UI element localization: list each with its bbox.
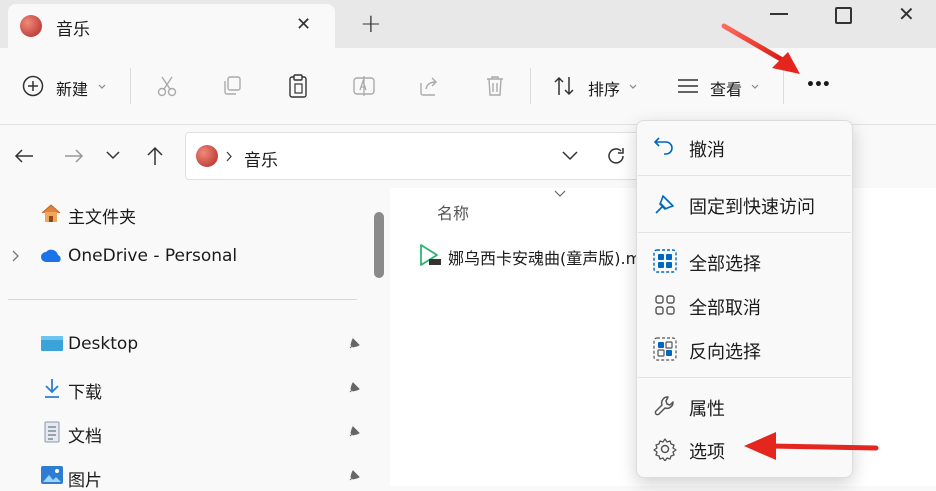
pin-icon[interactable] [346,336,362,352]
music-folder-icon [20,15,42,37]
view-list-icon[interactable] [676,77,700,95]
menu-item-label: 全部选择 [689,254,761,275]
new-tab-button[interactable]: + [360,9,382,39]
menu-item-label: 撤消 [689,140,725,161]
menu-item-label: 反向选择 [689,342,761,363]
invert-selection-icon [653,337,677,361]
nav-scrollbar-thumb[interactable] [374,212,384,278]
select-all-icon [653,249,677,273]
plus-circle-icon [22,75,44,97]
toolbar-separator [783,68,784,104]
tab-close-button[interactable]: ✕ [296,14,311,35]
pin-icon[interactable] [346,424,362,440]
chevron-down-icon [98,84,106,89]
onedrive-cloud-icon [41,249,61,262]
copy-icon[interactable] [221,75,243,97]
audio-file-icon [420,244,441,266]
sort-icon[interactable] [552,75,576,97]
up-arrow-icon[interactable] [146,146,164,166]
pictures-icon [41,466,63,484]
forward-arrow-icon[interactable] [64,147,84,165]
wrench-icon [654,396,674,416]
back-arrow-icon[interactable] [14,147,34,165]
nav-onedrive[interactable]: OneDrive - Personal [68,246,237,266]
menu-item-select-all[interactable]: 全部选择 [641,241,848,281]
menu-item-label: 选项 [689,442,725,463]
see-more-button[interactable]: ••• [806,77,831,93]
menu-item-properties[interactable]: 属性 [641,386,848,426]
desktop-icon [41,336,63,351]
new-button[interactable] [22,75,44,97]
command-bar [0,48,936,125]
share-icon[interactable] [418,75,440,97]
menu-separator [638,232,851,233]
menu-item-label: 固定到快速访问 [689,197,815,218]
menu-item-undo[interactable]: 撤消 [641,127,848,167]
undo-icon [653,137,673,155]
chevron-down-icon [629,84,637,89]
music-folder-icon [196,145,218,167]
pin-icon[interactable] [346,468,362,484]
select-none-icon [655,295,675,315]
more-options-menu: 撤消 固定到快速访问 全部选择 全部取消 反向选择 属性 选项 [636,120,853,478]
nav-home[interactable]: 主文件夹 [68,203,136,228]
breadcrumb-chevron-icon [226,151,232,162]
cut-icon[interactable] [156,75,178,97]
nav-divider [8,299,357,300]
close-window-button[interactable]: ✕ [898,2,915,26]
sort-label[interactable]: 排序 [588,76,620,100]
toolbar-separator [130,68,131,104]
pin-icon[interactable] [346,380,362,396]
new-label: 新建 [56,80,89,99]
menu-separator [638,377,851,378]
home-icon [41,204,61,222]
tab-title: 音乐 [56,20,90,40]
menu-separator [638,175,851,176]
nav-downloads[interactable]: 下载 [68,378,102,403]
nav-pictures[interactable]: 图片 [68,466,102,491]
pin-icon [655,195,674,214]
document-icon [44,421,60,443]
menu-item-pin-quick-access[interactable]: 固定到快速访问 [641,184,848,224]
toolbar-separator [530,68,531,104]
column-header-name[interactable]: 名称 [437,200,469,224]
maximize-button[interactable] [835,7,852,24]
recent-chevron-icon[interactable] [106,151,120,160]
menu-item-label: 全部取消 [689,298,761,319]
sort-indicator-icon [554,190,566,197]
menu-item-select-none[interactable]: 全部取消 [641,285,848,325]
nav-documents[interactable]: 文档 [68,422,102,447]
download-icon [45,379,59,398]
rename-icon[interactable] [352,75,376,97]
breadcrumb-music[interactable]: 音乐 [244,146,278,171]
paste-icon[interactable] [287,73,309,99]
expand-chevron-icon[interactable] [12,250,20,262]
menu-item-options[interactable]: 选项 [641,429,848,469]
menu-item-label: 属性 [689,399,725,420]
delete-icon[interactable] [484,74,506,98]
file-name[interactable]: 娜乌西卡安魂曲(童声版).m [448,245,636,269]
view-label[interactable]: 查看 [710,76,742,100]
chevron-down-icon [751,84,759,89]
minimize-button[interactable] [770,13,788,15]
menu-item-invert-selection[interactable]: 反向选择 [641,329,848,369]
refresh-icon[interactable] [606,146,626,166]
gear-icon [653,438,677,461]
address-dropdown-icon[interactable] [562,151,578,161]
nav-desktop[interactable]: Desktop [68,334,138,354]
